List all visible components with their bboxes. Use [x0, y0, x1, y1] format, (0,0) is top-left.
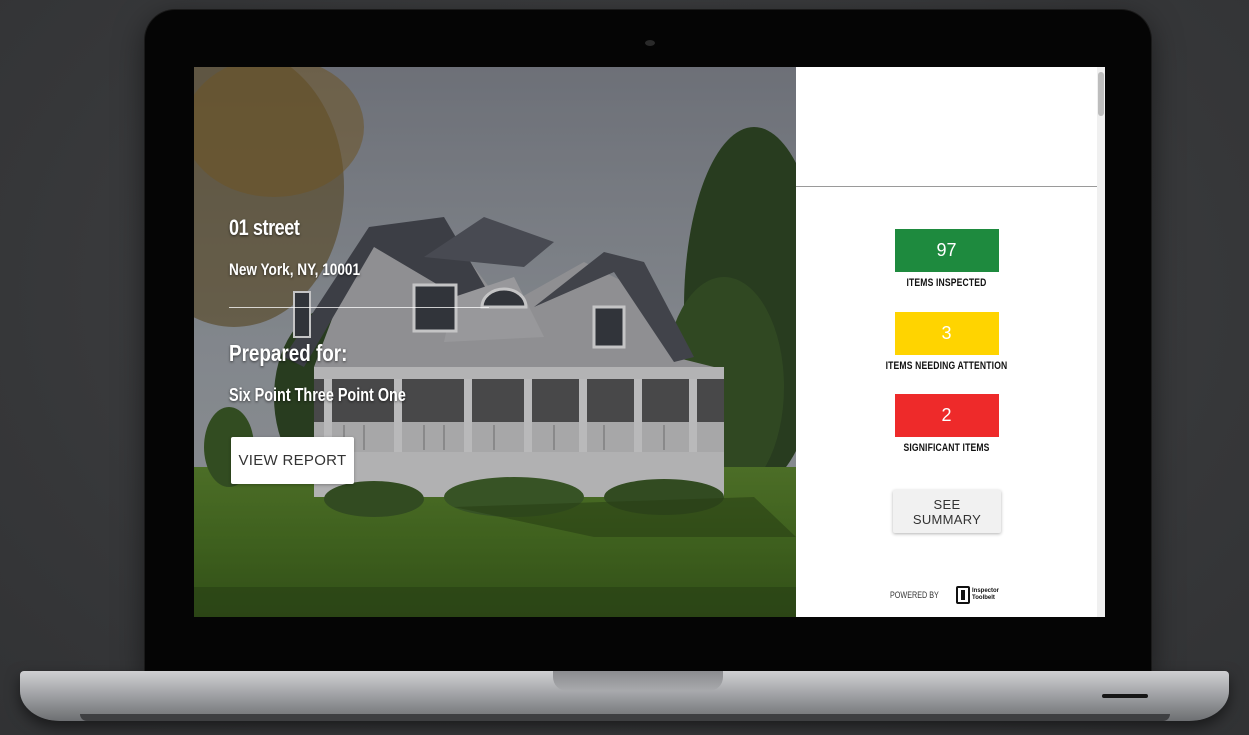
stat-count-badge[interactable]: 3 — [894, 312, 999, 355]
base-notch — [553, 671, 723, 691]
hero-image: 01 street New York, NY, 10001 Prepared f… — [194, 67, 796, 617]
laptop-screen: 01 street New York, NY, 10001 Prepared f… — [194, 67, 1105, 617]
stat-count-badge[interactable]: 2 — [894, 394, 999, 437]
brand-logo: Inspector Toolbelt — [956, 586, 999, 604]
stat-count-badge[interactable]: 97 — [894, 229, 999, 272]
powered-by-label: POWERED BY — [890, 590, 939, 600]
stat-label: ITEMS INSPECTED — [906, 277, 987, 289]
webcam-icon — [645, 40, 655, 46]
stat-items-needing-attention: 3 ITEMS NEEDING ATTENTION — [796, 312, 1097, 372]
indicator-light — [1102, 694, 1148, 698]
summary-panel: 97 ITEMS INSPECTED 3 ITEMS NEEDING ATTEN… — [796, 67, 1097, 617]
powered-by[interactable]: POWERED BY Inspector Toolbelt — [890, 586, 999, 604]
view-report-button[interactable]: VIEW REPORT — [231, 437, 354, 484]
prepared-for-label: Prepared for: — [229, 340, 348, 366]
stat-significant-items: 2 SIGNIFICANT ITEMS — [796, 394, 1097, 454]
stat-label: SIGNIFICANT ITEMS — [903, 442, 990, 454]
laptop-base — [20, 671, 1229, 721]
brand-line1: Inspector — [972, 588, 1000, 594]
address-street: 01 street — [229, 215, 300, 240]
laptop-mockup-scene: 01 street New York, NY, 10001 Prepared f… — [0, 0, 1249, 735]
stat-items-inspected: 97 ITEMS INSPECTED — [796, 229, 1097, 289]
stat-label: ITEMS NEEDING ATTENTION — [885, 360, 1008, 372]
toolbelt-logo-icon — [956, 586, 971, 604]
hero-divider — [229, 307, 489, 308]
laptop-lid: 01 street New York, NY, 10001 Prepared f… — [145, 10, 1151, 674]
address-city: New York, NY, 10001 — [229, 260, 361, 279]
scrollbar-thumb[interactable] — [1098, 72, 1104, 116]
base-bottom — [80, 714, 1170, 721]
panel-header — [796, 67, 1097, 187]
client-name: Six Point Three Point One — [229, 385, 406, 405]
scrollbar[interactable] — [1097, 67, 1105, 617]
brand-line2: Toolbelt — [972, 595, 995, 601]
brand-name: Inspector Toolbelt — [972, 588, 999, 602]
see-summary-button[interactable]: SEE SUMMARY — [893, 490, 1001, 533]
